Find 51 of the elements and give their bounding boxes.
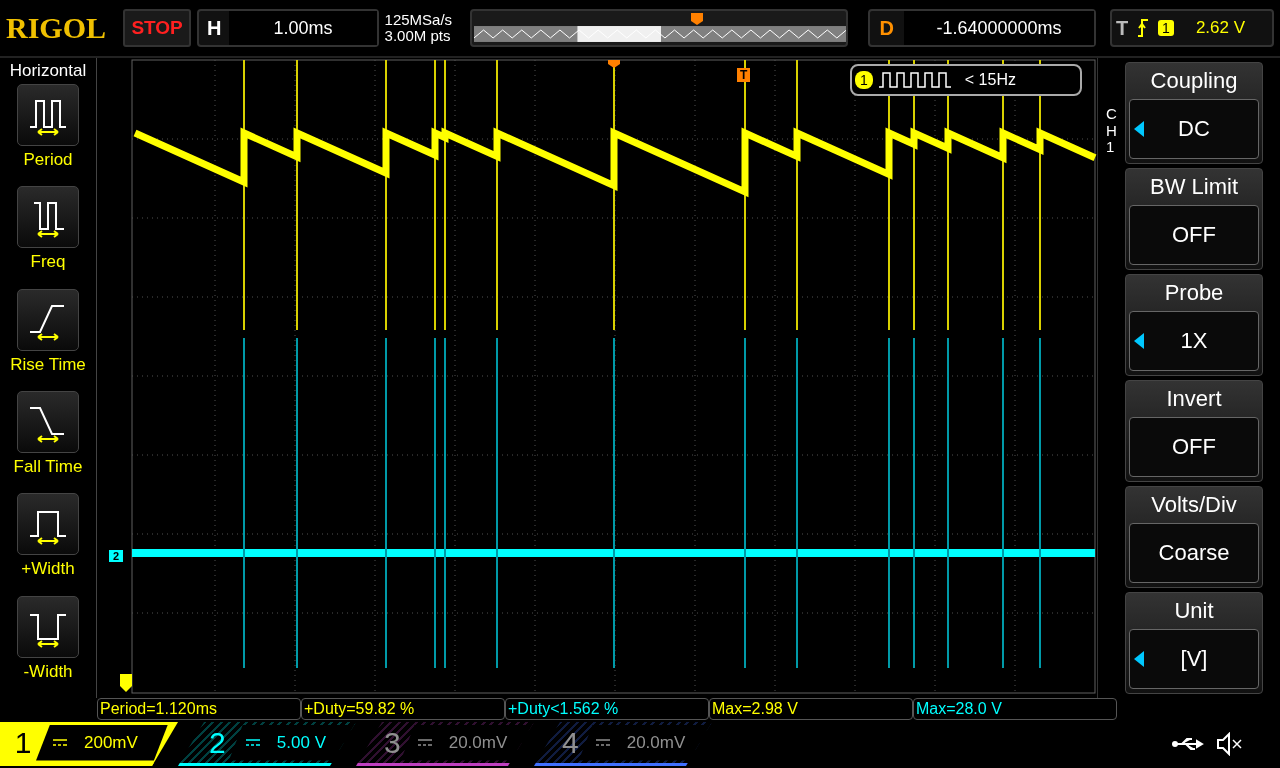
measure-button[interactable]: +Width bbox=[0, 493, 96, 596]
measure-button[interactable]: -Width bbox=[0, 595, 96, 698]
channel-tab[interactable]: 2 5.00 V bbox=[178, 722, 356, 766]
frequency-source-badge: 1 bbox=[855, 71, 873, 89]
menu-option-button[interactable]: Unit [V] bbox=[1125, 592, 1263, 694]
timebase-box[interactable]: H 1.00ms bbox=[196, 9, 379, 47]
channel-tab[interactable]: 1 200mV bbox=[0, 722, 178, 766]
trigger-label: T bbox=[1115, 16, 1129, 40]
delay-value: -1.64000000ms bbox=[904, 11, 1094, 45]
dc-coupling-icon bbox=[416, 737, 433, 748]
measurement-readout: Period=1.120ms bbox=[97, 698, 301, 720]
measure-button[interactable]: Freq bbox=[0, 186, 96, 289]
trigger-marker: T bbox=[737, 68, 751, 82]
measurement-readout: Max=28.0 V bbox=[913, 698, 1117, 720]
dc-coupling-icon bbox=[52, 737, 68, 748]
dc-coupling-icon bbox=[244, 737, 261, 748]
frequency-reading: < 15Hz bbox=[964, 71, 1016, 89]
measure-button[interactable]: Period bbox=[0, 84, 96, 187]
memory-depth: 3.00M pts bbox=[384, 28, 452, 44]
speaker-muted-icon bbox=[1216, 732, 1244, 756]
channel-marker: 2 bbox=[109, 550, 124, 562]
measurement-readout: +Duty=59.82 % bbox=[301, 698, 505, 720]
menu-option-button[interactable]: BW Limit OFF bbox=[1125, 168, 1263, 270]
channel-tab[interactable]: 4 20.0mV bbox=[534, 722, 712, 766]
measure-button[interactable]: Fall Time bbox=[0, 391, 96, 494]
brand-logo: RIGOL bbox=[6, 11, 108, 45]
channel-label: CH1 bbox=[1106, 106, 1118, 157]
menu-option-button[interactable]: Volts/Div Coarse bbox=[1125, 486, 1263, 588]
trigger-source-badge: 1 bbox=[1158, 20, 1174, 36]
measure-button[interactable]: Rise Time bbox=[0, 288, 96, 391]
timebase-value: 1.00ms bbox=[229, 11, 377, 45]
menu-option-button[interactable]: Coupling DC bbox=[1125, 62, 1263, 164]
delay-box[interactable]: D -1.64000000ms bbox=[867, 9, 1096, 47]
trigger-level-icon bbox=[120, 674, 132, 692]
trigger-position-icon bbox=[608, 60, 620, 68]
run-stop-button[interactable]: STOP bbox=[123, 9, 191, 47]
menu-option-button[interactable]: Invert OFF bbox=[1125, 380, 1263, 482]
trigger-box[interactable]: T 1 2.62 V bbox=[1109, 9, 1274, 47]
rising-edge-icon bbox=[1136, 18, 1151, 38]
trigger-level: 2.62 V bbox=[1195, 18, 1246, 38]
measurement-readout: +Duty<1.562 % bbox=[505, 698, 709, 720]
channel-tab[interactable]: 3 20.0mV bbox=[356, 722, 534, 766]
measurement-readout: Max=2.98 V bbox=[709, 698, 913, 720]
usb-icon bbox=[1172, 736, 1206, 752]
timebase-label: H bbox=[205, 16, 223, 40]
delay-label: D bbox=[878, 16, 895, 40]
sample-rate: 125MSa/s bbox=[384, 12, 454, 28]
menu-title: Horizontal bbox=[9, 61, 87, 81]
menu-option-button[interactable]: Probe 1X bbox=[1125, 274, 1263, 376]
pulse-train-icon bbox=[878, 72, 951, 88]
dc-coupling-icon bbox=[594, 737, 611, 748]
